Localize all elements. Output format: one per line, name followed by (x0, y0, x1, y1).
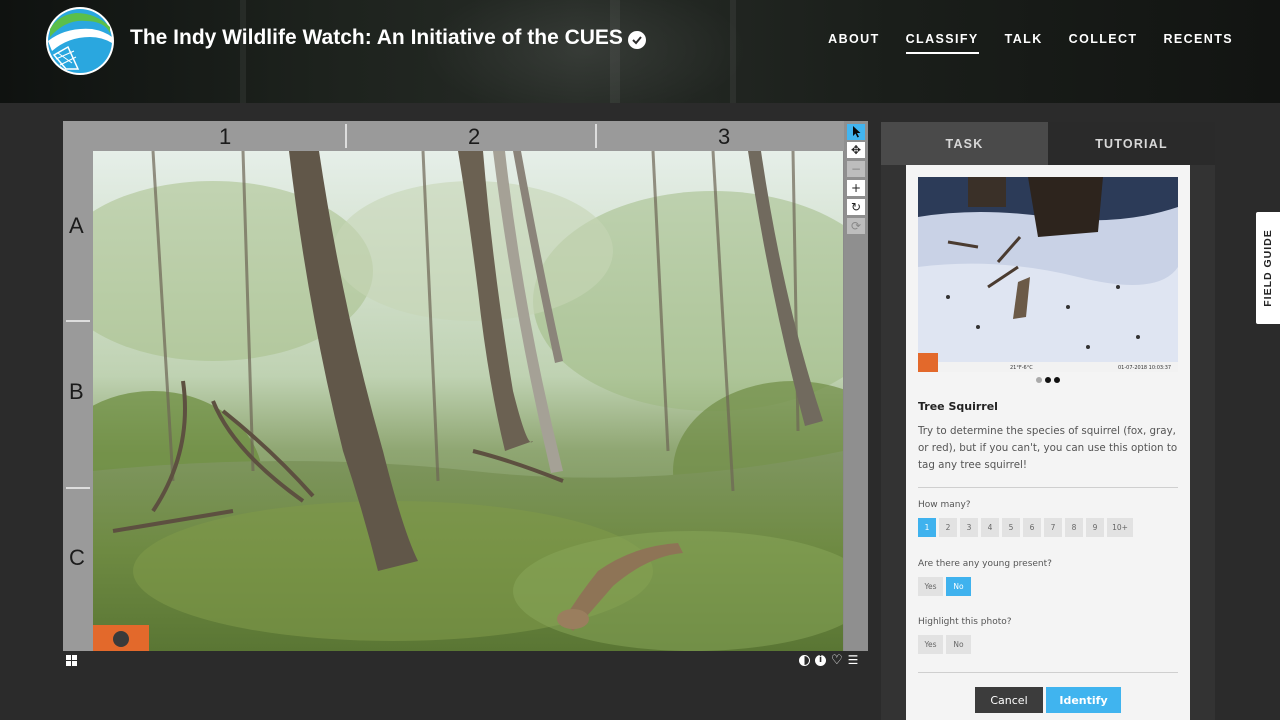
rotate-icon[interactable]: ↻ (847, 199, 865, 215)
favorite-icon[interactable]: ♡ (831, 654, 843, 667)
species-name: Tree Squirrel (918, 400, 998, 413)
nav-recents[interactable]: RECENTS (1163, 32, 1233, 54)
site-header: The Indy Wildlife Watch: An Initiative o… (0, 0, 1280, 103)
species-example-photo[interactable]: 21°F-6°C 01-07-2018 10:03:37 (918, 177, 1178, 372)
camera-trap-photo[interactable] (93, 151, 843, 651)
project-logo[interactable] (46, 7, 114, 75)
row-label: C (69, 545, 85, 570)
pointer-tool-icon[interactable] (847, 124, 865, 140)
field-guide-label: FIELD GUIDE (1262, 229, 1275, 307)
question-young: Are there any young present? (918, 559, 1052, 569)
cancel-button[interactable]: Cancel (975, 687, 1043, 713)
young-no-option[interactable]: No (946, 577, 971, 596)
main-nav: ABOUT CLASSIFY TALK COLLECT RECENTS (828, 32, 1233, 54)
example-carousel-dots[interactable] (918, 377, 1178, 383)
count-option-1[interactable]: 1 (918, 518, 936, 537)
count-option-7[interactable]: 7 (1044, 518, 1062, 537)
grid-view-icon[interactable] (66, 654, 77, 666)
count-option-4[interactable]: 4 (981, 518, 999, 537)
contrast-icon[interactable] (799, 654, 810, 666)
zoom-out-icon[interactable]: − (847, 161, 865, 177)
field-guide-tab[interactable]: FIELD GUIDE (1256, 212, 1280, 324)
nav-collect[interactable]: COLLECT (1069, 32, 1138, 54)
highlight-no-option[interactable]: No (946, 635, 971, 654)
count-options: 1 2 3 4 5 6 7 8 9 10+ (918, 518, 1178, 537)
verified-badge-icon (628, 31, 646, 49)
count-option-6[interactable]: 6 (1023, 518, 1041, 537)
count-option-10-plus[interactable]: 10+ (1107, 518, 1133, 537)
column-label: 2 (468, 124, 481, 149)
column-label: 1 (219, 124, 232, 149)
count-option-8[interactable]: 8 (1065, 518, 1083, 537)
question-highlight: Highlight this photo? (918, 617, 1012, 627)
column-label: 3 (718, 124, 731, 149)
grid-row-ruler: A B C (63, 151, 93, 651)
example-timestamp: 01-07-2018 10:03:37 (1118, 365, 1171, 371)
count-option-5[interactable]: 5 (1002, 518, 1020, 537)
pan-tool-icon[interactable]: ✥ (847, 142, 865, 158)
project-title[interactable]: The Indy Wildlife Watch: An Initiative o… (130, 26, 623, 50)
nav-talk[interactable]: TALK (1005, 32, 1043, 54)
young-yes-option[interactable]: Yes (918, 577, 943, 596)
count-option-2[interactable]: 2 (939, 518, 957, 537)
count-option-3[interactable]: 3 (960, 518, 978, 537)
nav-classify[interactable]: CLASSIFY (905, 32, 979, 54)
viewer-bottom-right: i ♡ ☰ (799, 653, 858, 667)
row-label: B (69, 379, 84, 404)
young-options: Yes No (918, 577, 1178, 596)
viewer-toolbar: ✥ − + ↻ ⟳ (844, 121, 868, 651)
tab-task[interactable]: TASK (881, 122, 1048, 165)
grid-column-ruler: 1 2 3 (63, 121, 845, 151)
nav-about[interactable]: ABOUT (828, 32, 879, 54)
count-option-9[interactable]: 9 (1086, 518, 1104, 537)
species-detail: 21°F-6°C 01-07-2018 10:03:37 Tree Squirr… (906, 165, 1190, 720)
tab-tutorial[interactable]: TUTORIAL (1048, 122, 1215, 165)
reset-icon[interactable]: ⟳ (847, 218, 865, 234)
task-panel: TASK TUTORIAL 21°F-6°C 01-07-2018 10:03:… (881, 122, 1215, 720)
question-how-many: How many? (918, 500, 971, 510)
highlight-options: Yes No (918, 635, 1178, 654)
info-icon[interactable]: i (815, 654, 826, 666)
viewer-bottom-left (66, 653, 77, 667)
zoom-in-icon[interactable]: + (847, 180, 865, 196)
species-description: Try to determine the species of squirrel… (918, 425, 1178, 471)
collections-list-icon[interactable]: ☰ (848, 654, 859, 666)
identify-button[interactable]: Identify (1046, 687, 1121, 713)
row-label: A (69, 213, 84, 238)
highlight-yes-option[interactable]: Yes (918, 635, 943, 654)
image-viewer: 1 2 3 A B C ✥ − + ↻ ⟳ (63, 121, 868, 651)
example-temperature: 21°F-6°C (1010, 365, 1033, 371)
